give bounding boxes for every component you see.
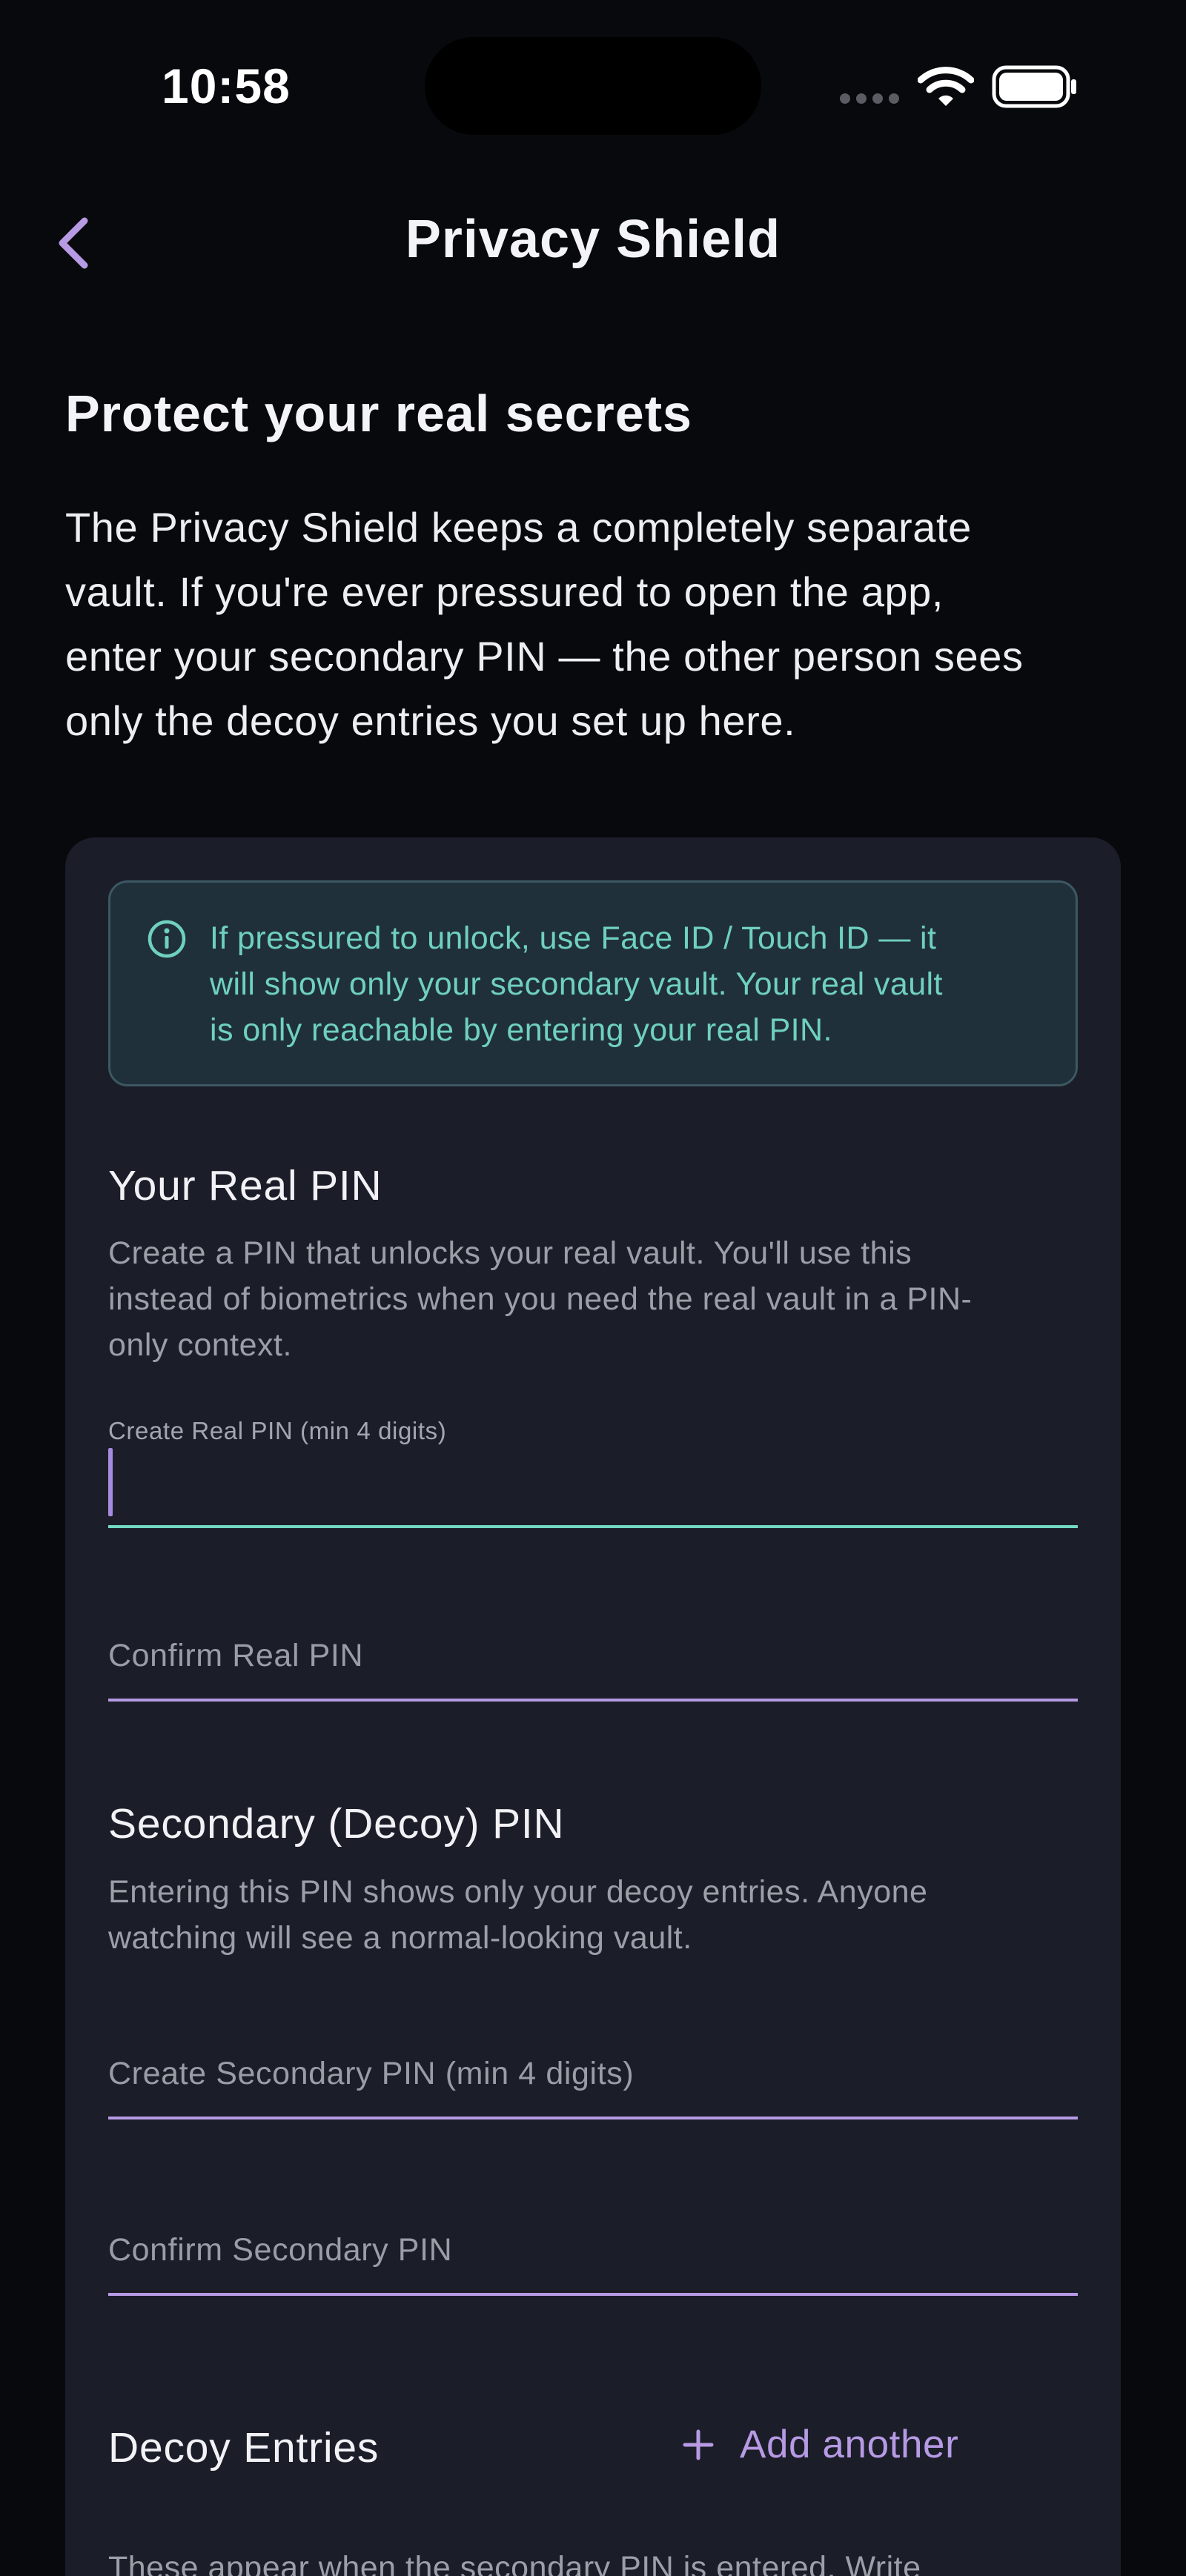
field-underline [108,1525,1078,1528]
status-bar: 10:58 [0,0,1186,170]
info-circle-icon [148,920,186,958]
text-caret [108,1448,113,1516]
create-real-pin-input[interactable] [119,1448,1067,1516]
info-banner: If pressured to unlock, use Face ID / To… [108,880,1078,1086]
intro-line: vault. If you're ever pressured to open … [65,568,944,615]
field-underline [108,2293,1078,2296]
desc-line: watching will see a normal-looking vault… [108,1920,692,1956]
status-time: 10:58 [162,59,291,113]
intro-heading: Protect your real secrets [65,385,692,442]
info-banner-text: If pressured to unlock, use Face ID / To… [210,915,1047,1053]
confirm-secondary-pin-placeholder: Confirm Secondary PIN [108,2232,453,2268]
secondary-pin-description: Entering this PIN shows only your decoy … [108,1869,1078,1961]
confirm-real-pin-placeholder: Confirm Real PIN [108,1638,364,1673]
create-real-pin-field[interactable]: Create Real PIN (min 4 digits) [108,1417,1078,1528]
add-another-button[interactable]: Add another [682,2422,958,2467]
info-line: will show only your secondary vault. You… [210,966,943,1002]
desc-line: Entering this PIN shows only your decoy … [108,1874,928,1910]
desc-line: Create a PIN that unlocks your real vaul… [108,1235,912,1271]
field-underline [108,2117,1078,2119]
create-real-pin-label: Create Real PIN (min 4 digits) [108,1417,447,1444]
real-pin-title: Your Real PIN [108,1162,382,1209]
info-line: is only reachable by entering your real … [210,1012,832,1048]
dynamic-island [425,37,761,135]
create-secondary-pin-placeholder: Create Secondary PIN (min 4 digits) [108,2056,635,2091]
field-underline [108,1699,1078,1702]
info-line: If pressured to unlock, use Face ID / To… [210,920,937,956]
real-pin-description: Create a PIN that unlocks your real vaul… [108,1230,1078,1368]
battery-icon [992,65,1076,108]
secondary-pin-title: Secondary (Decoy) PIN [108,1800,565,1848]
intro-description: The Privacy Shield keeps a completely se… [65,495,1133,753]
intro-line: enter your secondary PIN — the other per… [65,633,1024,680]
wifi-icon [918,67,974,106]
plus-icon [683,2429,714,2460]
desc-line: only context. [108,1327,292,1363]
settings-card: If pressured to unlock, use Face ID / To… [65,837,1121,2576]
cellular-signal-icon [840,93,899,104]
confirm-secondary-pin-field[interactable]: Confirm Secondary PIN [108,2185,1078,2296]
create-secondary-pin-field[interactable]: Create Secondary PIN (min 4 digits) [108,2008,1078,2119]
intro-line: only the decoy entries you set up here. [65,697,796,744]
intro-line: The Privacy Shield keeps a completely se… [65,504,972,551]
confirm-real-pin-field[interactable]: Confirm Real PIN [108,1590,1078,1702]
page-title: Privacy Shield [405,210,781,269]
add-another-label: Add another [740,2423,959,2466]
privacy-shield-screen: 10:58 Privacy Shield Protect your real s… [0,0,1186,2576]
desc-line: instead of biometrics when you need the … [108,1281,973,1317]
decoy-entries-description: These appear when the secondary PIN is e… [108,2550,921,2576]
